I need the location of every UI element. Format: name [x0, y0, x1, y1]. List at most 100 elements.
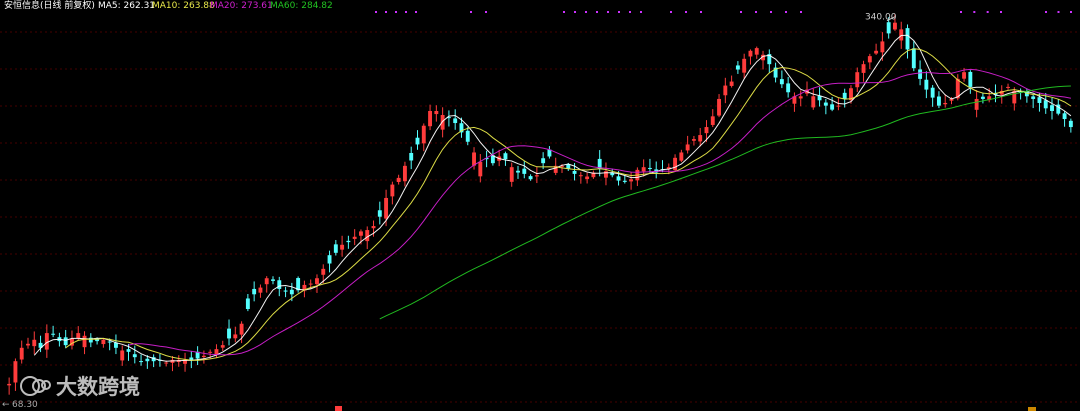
candle-body	[51, 333, 56, 335]
candle	[729, 75, 734, 88]
candle	[629, 171, 634, 190]
candle	[999, 85, 1004, 104]
candle-body	[855, 72, 860, 88]
candle	[396, 174, 401, 185]
candle	[113, 334, 118, 355]
candle	[792, 92, 797, 112]
signal-marker	[415, 11, 417, 13]
candle	[283, 286, 288, 298]
candle-body	[327, 255, 332, 264]
chart-title: 安恒信息(日线 前复权)	[4, 0, 95, 11]
candle-body	[421, 125, 426, 144]
candle-body	[585, 176, 590, 180]
signal-marker	[485, 11, 487, 13]
candle	[748, 49, 753, 65]
signal-marker	[405, 11, 407, 13]
candle-body	[836, 105, 841, 107]
candles	[7, 13, 1073, 395]
candle	[183, 352, 187, 372]
candle-body	[271, 279, 275, 281]
candle-body	[943, 102, 948, 105]
candle-body	[189, 357, 194, 360]
candle-body	[629, 179, 634, 182]
signal-marker	[470, 11, 472, 13]
candle-body	[208, 351, 213, 353]
candle	[170, 356, 175, 372]
candle	[227, 319, 231, 346]
candle-body	[201, 355, 206, 358]
candle-body	[415, 137, 420, 145]
candle-body	[7, 383, 12, 386]
candle-body	[428, 110, 433, 127]
candle	[974, 90, 979, 118]
candle-body	[321, 268, 326, 275]
candle-body	[252, 288, 257, 295]
candle	[924, 71, 929, 99]
signal-marker	[585, 11, 587, 13]
legend-ma20: MA20: 273.61	[210, 1, 273, 11]
signal-marker	[785, 11, 787, 13]
ma10-line	[65, 48, 1072, 361]
candle	[691, 135, 696, 146]
candle	[421, 123, 426, 152]
high-annotation: 340.00	[865, 13, 897, 23]
signal-marker	[1057, 11, 1060, 13]
candle	[139, 354, 144, 366]
signal-marker	[770, 11, 772, 13]
candle-body	[522, 168, 527, 174]
candle	[836, 98, 841, 111]
candle-body	[32, 339, 37, 347]
signal-marker	[670, 11, 672, 13]
candle	[723, 77, 728, 104]
candle-body	[974, 98, 979, 110]
candle-body	[566, 164, 571, 169]
candle	[811, 88, 816, 110]
candle-body	[980, 96, 985, 99]
candle-body	[164, 362, 169, 364]
candle-body	[390, 184, 395, 197]
candle	[685, 135, 690, 154]
candle	[779, 70, 784, 89]
candle	[63, 329, 68, 349]
candle	[82, 331, 87, 355]
candle-body	[779, 79, 784, 85]
candle-body	[754, 48, 759, 55]
candle	[591, 170, 596, 179]
candle	[585, 172, 590, 184]
candle	[516, 165, 520, 179]
candle-body	[604, 171, 608, 178]
candle-body	[930, 87, 935, 98]
top-markers	[375, 11, 1072, 13]
candle-body	[698, 135, 703, 142]
candle	[490, 148, 495, 166]
candle	[101, 338, 106, 348]
candle-body	[622, 180, 627, 182]
candle	[390, 181, 395, 205]
candle	[1068, 118, 1073, 133]
candle-body	[440, 115, 445, 130]
candle-body	[478, 161, 483, 177]
candle	[315, 274, 319, 293]
candle-body	[578, 175, 583, 177]
candle-body	[258, 287, 263, 293]
ma-lines	[33, 34, 1072, 362]
low-label: 68.30	[12, 400, 38, 410]
candle	[855, 67, 860, 93]
legend-ma5: MA5: 262.31	[98, 1, 155, 11]
candle	[245, 294, 250, 312]
candle-body	[126, 349, 131, 352]
candle	[453, 109, 458, 130]
watermark-text: 大数跨境	[56, 375, 140, 399]
candle-body	[830, 104, 835, 110]
signal-marker	[685, 11, 687, 13]
watermark: 大数跨境	[20, 375, 140, 399]
candle	[132, 345, 137, 364]
candle-body	[13, 361, 18, 383]
candle-body	[139, 361, 144, 363]
candle	[830, 97, 835, 112]
candle	[409, 146, 414, 170]
candle	[968, 70, 973, 94]
candle	[597, 150, 602, 177]
candle	[415, 130, 420, 150]
legend-ma60: MA60: 284.82	[270, 1, 333, 11]
